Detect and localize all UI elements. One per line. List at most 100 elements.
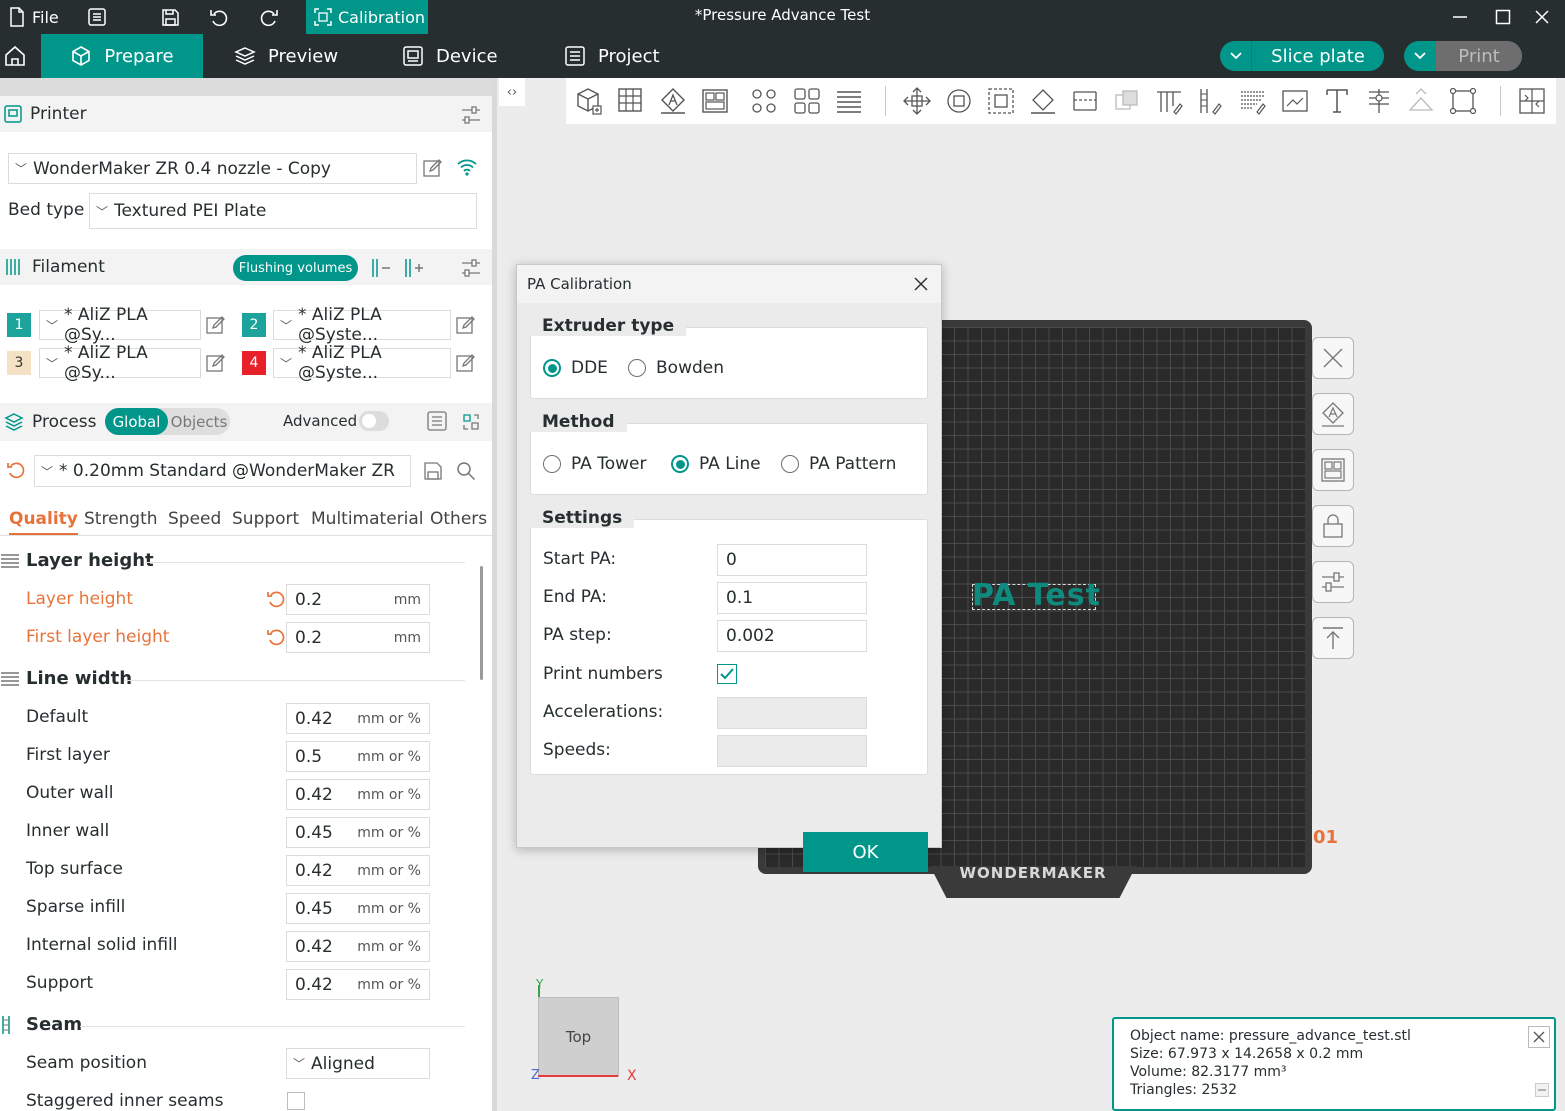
layer-height-input[interactable]: 0.2 mm (286, 584, 430, 615)
collapse-info-icon[interactable] (1535, 1083, 1549, 1097)
edit-filament-2-icon[interactable] (456, 315, 476, 335)
slice-plate-button[interactable]: Slice plate (1220, 41, 1384, 71)
reset-layer-height-icon[interactable] (266, 589, 286, 609)
orient-plate-icon[interactable] (1312, 393, 1354, 435)
printer-preset-select[interactable]: ﹀ WonderMaker ZR 0.4 nozzle - Copy (8, 153, 417, 184)
start-pa-input[interactable]: 0 (717, 544, 867, 576)
assembly-icon[interactable] (1362, 84, 1396, 118)
tab-project[interactable]: Project (564, 34, 660, 78)
cut-icon[interactable] (1068, 84, 1102, 118)
delete-plate-icon[interactable] (1312, 337, 1354, 379)
radio-pa-pattern-dot[interactable] (781, 455, 799, 473)
auto-orient-icon[interactable] (656, 84, 690, 118)
process-preset-select[interactable]: ﹀ * 0.20mm Standard @WonderMaker ZR (34, 455, 411, 487)
maximize-icon[interactable] (1495, 0, 1511, 34)
edit-filament-4-icon[interactable] (456, 353, 476, 373)
pa-test-model[interactable]: PA Test (972, 578, 1101, 613)
flushing-volumes-button[interactable]: Flushing volumes (233, 255, 358, 281)
remove-filament-icon[interactable] (370, 257, 392, 279)
staggered-inner-seams-checkbox[interactable] (287, 1092, 305, 1110)
lay-on-face-icon[interactable] (1026, 84, 1060, 118)
radio-pa-tower-dot[interactable] (543, 455, 561, 473)
line-width-support-input[interactable]: 0.42 mm or % (286, 969, 430, 1000)
radio-pa-tower[interactable]: PA Tower (543, 454, 646, 474)
radio-pa-line-dot[interactable] (671, 455, 689, 473)
undo-icon[interactable] (209, 0, 229, 34)
global-objects-toggle[interactable]: Global Objects (105, 408, 230, 435)
scrollbar-thumb[interactable] (480, 566, 483, 680)
filament-slot-1-select[interactable]: ﹀ * AliZ PLA @Sy... (39, 305, 201, 345)
seam-position-select[interactable]: ﹀ Aligned (286, 1048, 430, 1079)
print-button[interactable]: Print (1404, 41, 1522, 71)
line-width-outer-wall-input[interactable]: 0.42 mm or % (286, 779, 430, 810)
close-window-icon[interactable] (1534, 0, 1550, 34)
reset-icon[interactable] (6, 460, 26, 480)
print-numbers-checkbox[interactable] (717, 664, 737, 684)
calibration-menu[interactable]: Calibration (306, 0, 428, 34)
layers-editing-icon[interactable] (832, 84, 866, 118)
split-objects-icon[interactable] (747, 84, 781, 118)
edit-printer-icon[interactable] (423, 158, 443, 178)
search-icon[interactable] (456, 461, 476, 481)
tab-prepare[interactable]: Prepare (41, 34, 203, 78)
tab-support[interactable]: Support (232, 509, 299, 529)
compare-icon[interactable] (460, 411, 482, 433)
lock-plate-icon[interactable] (1312, 505, 1354, 547)
edit-filament-3-icon[interactable] (206, 353, 226, 373)
tab-preview[interactable]: Preview (234, 34, 338, 78)
save-preset-icon[interactable] (423, 461, 443, 481)
radio-bowden[interactable]: Bowden (628, 358, 724, 378)
save-icon[interactable] (161, 0, 180, 34)
collapse-panel-icon[interactable]: ‹› (499, 78, 525, 106)
emboss-icon[interactable] (1404, 84, 1438, 118)
objects-tab[interactable]: Objects (168, 408, 230, 435)
menu-icon[interactable] (88, 0, 106, 34)
text-tool-icon[interactable] (1320, 84, 1354, 118)
fit-view-icon[interactable] (1446, 84, 1480, 118)
seam-paint-icon[interactable] (1194, 84, 1228, 118)
wifi-icon[interactable] (456, 157, 478, 177)
add-object-icon[interactable] (571, 84, 605, 118)
filament-slot-3-select[interactable]: ﹀ * AliZ PLA @Sy... (39, 343, 201, 383)
dialog-close-icon[interactable] (913, 276, 929, 292)
scale-icon[interactable] (984, 84, 1018, 118)
tab-multimaterial[interactable]: Multimaterial (311, 509, 424, 529)
radio-bowden-dot[interactable] (628, 359, 646, 377)
tab-speed[interactable]: Speed (168, 509, 221, 529)
process-list-icon[interactable] (427, 411, 447, 431)
end-pa-input[interactable]: 0.1 (717, 582, 867, 614)
ok-button[interactable]: OK (803, 832, 928, 872)
plate-settings-icon[interactable] (1312, 561, 1354, 603)
support-paint-icon[interactable] (1152, 84, 1186, 118)
split-view-icon[interactable] (1515, 84, 1549, 118)
radio-dde-dot[interactable] (543, 359, 561, 377)
tab-device[interactable]: Device (402, 34, 498, 78)
line-width-first-layer-input[interactable]: 0.5 mm or % (286, 741, 430, 772)
arrange-plate-icon[interactable] (1312, 449, 1354, 491)
view-cube[interactable]: Top (538, 997, 619, 1077)
line-width-internal-solid-input[interactable]: 0.42 mm or % (286, 931, 430, 962)
line-width-inner-wall-input[interactable]: 0.45 mm or % (286, 817, 430, 848)
reset-first-layer-height-icon[interactable] (266, 627, 286, 647)
fuzzy-skin-paint-icon[interactable] (1236, 84, 1270, 118)
radio-pa-line[interactable]: PA Line (671, 454, 761, 474)
print-dropdown-icon[interactable] (1404, 41, 1436, 71)
edit-filament-1-icon[interactable] (206, 315, 226, 335)
add-plate-icon[interactable] (614, 84, 648, 118)
filament-settings-icon[interactable] (460, 257, 482, 279)
filament-slot-4-select[interactable]: ﹀ * AliZ PLA @Syste... (273, 343, 451, 383)
arrange-icon[interactable] (698, 84, 732, 118)
radio-dde[interactable]: DDE (543, 358, 608, 378)
printer-settings-icon[interactable] (460, 104, 482, 126)
line-width-top-surface-input[interactable]: 0.42 mm or % (286, 855, 430, 886)
tab-strength[interactable]: Strength (84, 509, 158, 529)
move-icon[interactable] (900, 84, 934, 118)
slice-dropdown-icon[interactable] (1220, 41, 1252, 71)
tab-quality[interactable]: Quality (9, 509, 78, 535)
split-parts-icon[interactable] (790, 84, 824, 118)
measure-icon[interactable] (1278, 84, 1312, 118)
rotate-icon[interactable] (942, 84, 976, 118)
line-width-sparse-infill-input[interactable]: 0.45 mm or % (286, 893, 430, 924)
file-menu[interactable]: File (8, 0, 59, 34)
add-filament-icon[interactable] (403, 257, 425, 279)
